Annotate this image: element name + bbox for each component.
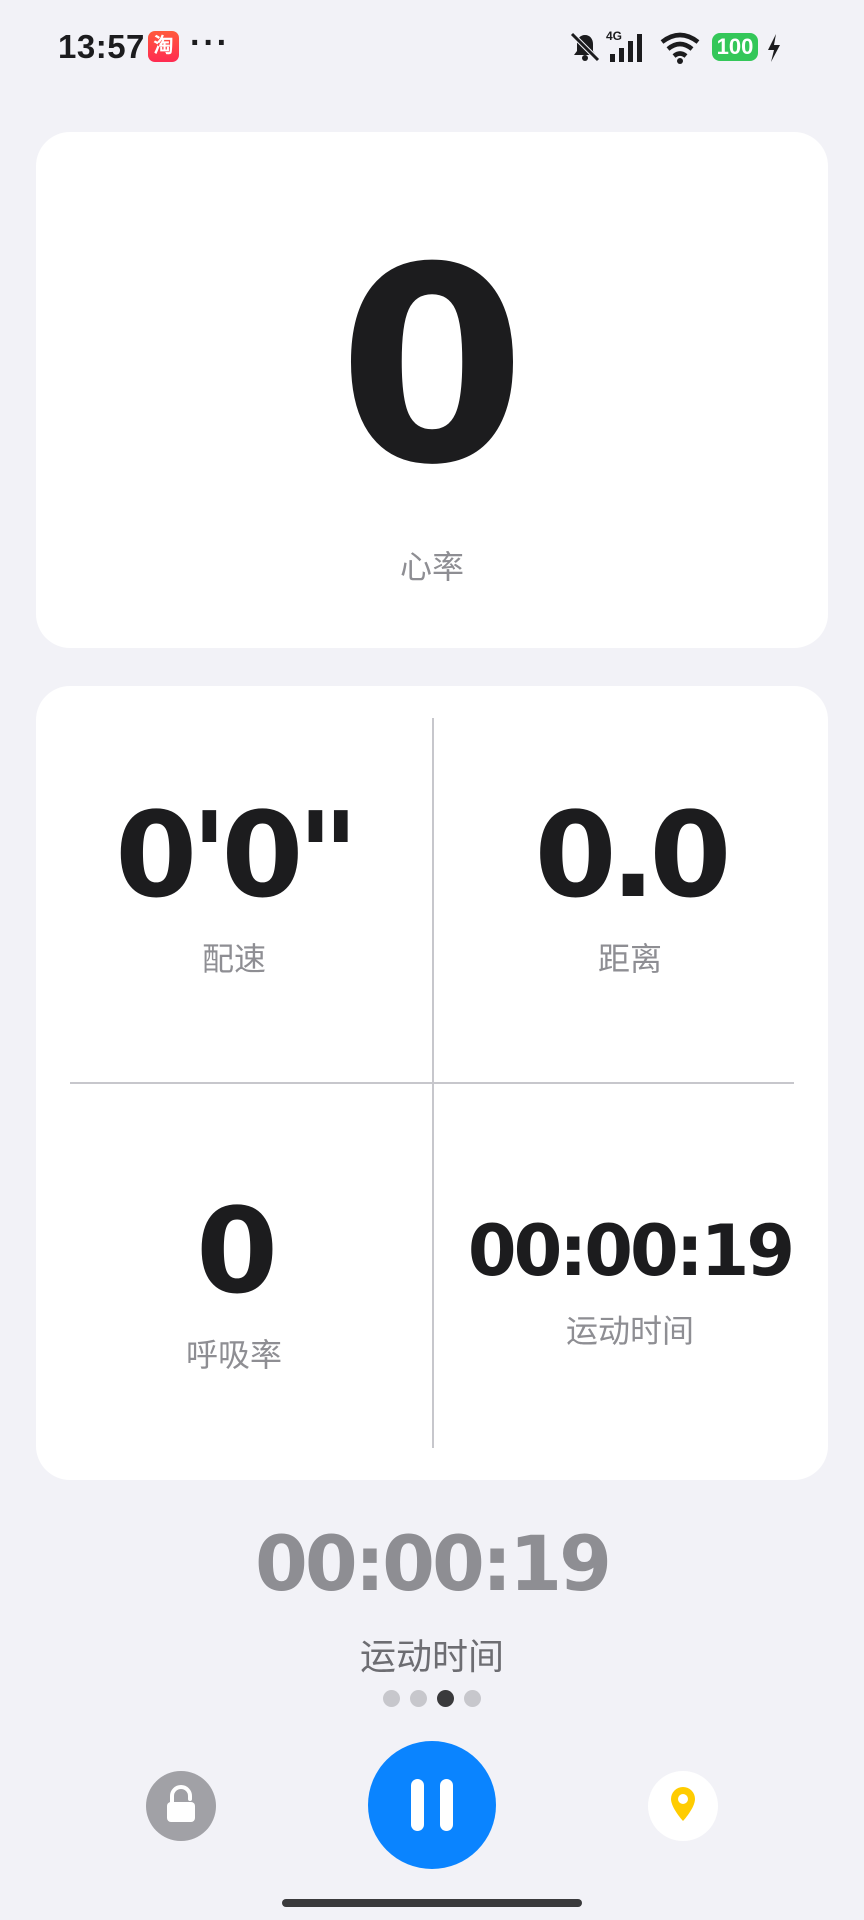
- summary-time-value: 00:00:19: [254, 1519, 612, 1608]
- page-dot-active[interactable]: [437, 1690, 454, 1707]
- home-indicator[interactable]: [282, 1899, 582, 1907]
- respiration-rate-label: 呼吸率: [185, 1337, 282, 1373]
- pace-label: 配速: [201, 941, 266, 977]
- summary-time-label: 运动时间: [359, 1636, 504, 1677]
- workout-summary: 00:00:19 运动时间: [0, 1526, 864, 1680]
- pace-value: 0'0": [115, 786, 359, 924]
- respiration-rate-value: 0: [195, 1182, 278, 1320]
- location-button[interactable]: [648, 1771, 718, 1841]
- pause-icon: [411, 1779, 453, 1831]
- wifi-icon: [660, 32, 700, 64]
- workout-time-label: 运动时间: [565, 1313, 694, 1349]
- location-pin-icon: [671, 1787, 695, 1821]
- distance-value: 0.0: [534, 786, 731, 924]
- metric-pace: 0'0" 配速: [36, 796, 432, 980]
- metric-workout-time: 00:00:19 运动时间: [432, 1216, 828, 1352]
- status-icons: 4G 100: [568, 28, 808, 68]
- mute-bell-icon: [570, 32, 600, 62]
- metric-distance: 0.0 距离: [432, 796, 828, 980]
- metrics-card: 0'0" 配速 0.0 距离 0 呼吸率 00:00:19 运动时间: [36, 686, 828, 1480]
- lock-button[interactable]: [146, 1771, 216, 1841]
- pause-button[interactable]: [368, 1741, 496, 1869]
- heart-rate-card: 0 心率: [36, 132, 828, 648]
- lock-icon: [167, 1785, 195, 1822]
- cellular-signal-icon: 4G: [606, 29, 642, 62]
- workout-time-value: 00:00:19: [467, 1210, 795, 1292]
- battery-indicator: 100: [712, 33, 758, 61]
- page-dot[interactable]: [464, 1690, 481, 1707]
- page-dot[interactable]: [383, 1690, 400, 1707]
- more-notifications-icon: ···: [190, 24, 230, 62]
- taobao-app-icon: 淘: [148, 31, 179, 62]
- status-time: 13:57: [58, 28, 145, 65]
- distance-label: 距离: [597, 941, 662, 977]
- grid-divider-horizontal: [70, 1082, 794, 1084]
- heart-rate-label: 心率: [399, 549, 464, 585]
- charging-icon: [768, 34, 780, 62]
- metric-respiration-rate: 0 呼吸率: [36, 1192, 432, 1376]
- page-dot[interactable]: [410, 1690, 427, 1707]
- status-bar: 13:57 淘 ··· 4G 100: [0, 0, 864, 96]
- page-indicator[interactable]: [0, 1690, 864, 1712]
- network-type-text: 4G: [606, 29, 622, 43]
- heart-rate-value: 0: [338, 209, 526, 524]
